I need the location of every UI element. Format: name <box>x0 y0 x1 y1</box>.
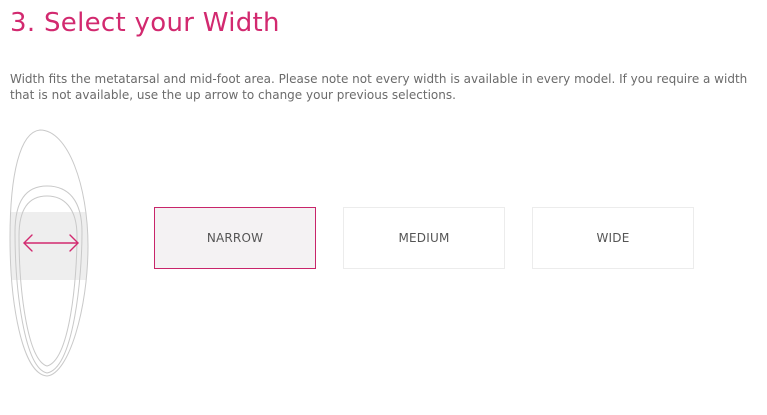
width-option-wide[interactable]: WIDE <box>532 207 694 269</box>
step-heading: 3. Select your Width <box>10 8 280 38</box>
width-option-medium[interactable]: MEDIUM <box>343 207 505 269</box>
width-option-narrow[interactable]: NARROW <box>154 207 316 269</box>
foot-width-arrow-icon <box>9 129 89 377</box>
width-description: Width fits the metatarsal and mid-foot a… <box>10 72 748 102</box>
